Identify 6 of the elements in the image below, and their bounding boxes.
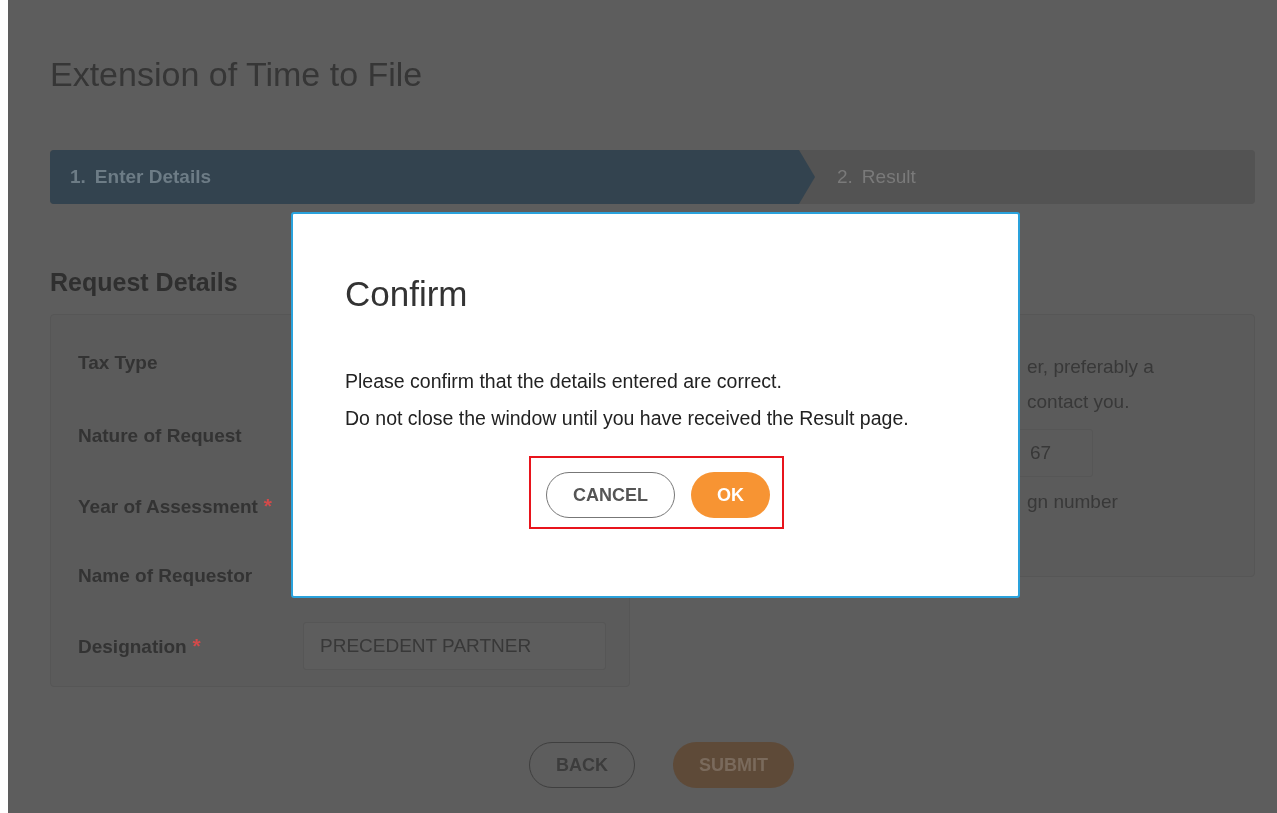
dialog-title: Confirm: [345, 273, 469, 315]
ok-button[interactable]: OK: [691, 472, 770, 518]
cancel-button[interactable]: CANCEL: [546, 472, 675, 518]
step-tab[interactable]: 1. Enter Details: [50, 150, 815, 204]
dialog-message: Please confirm that the details entered are correct.: [345, 369, 783, 394]
dialog-message: Do not close the window until you have received the Result page.: [345, 406, 910, 431]
